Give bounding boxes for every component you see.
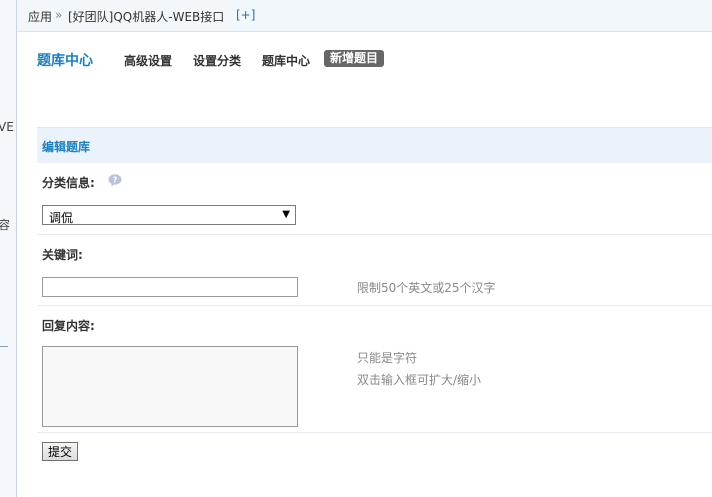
row-divider [37,234,712,235]
left-frame-strip: VE 容 [0,0,17,497]
left-frame-text-fragment: 容 [0,216,10,233]
help-bubble-icon[interactable]: ? [108,174,122,187]
category-selected-value: 调侃 [49,211,74,225]
left-frame-divider [0,346,8,347]
breadcrumb-app-link[interactable]: 应用 [28,8,52,25]
nav-advanced-settings[interactable]: 高级设置 [124,52,172,69]
section-header: 编辑题库 [37,127,712,163]
breadcrumb-plugin-link[interactable]: [好团队]QQ机器人-WEB接口 [68,8,224,25]
reply-hint-resize: 双击输入框可扩大/缩小 [357,373,482,387]
keyword-input[interactable] [42,277,298,297]
nav-category-settings[interactable]: 设置分类 [193,52,241,69]
nav-new-question-tab[interactable]: 新增题目 [324,50,385,67]
row-divider [37,432,712,433]
category-label: 分类信息: [42,176,95,190]
submit-button[interactable]: 提交 [42,442,78,461]
page-title: 题库中心 [37,53,93,69]
keyword-hint: 限制50个英文或25个汉字 [357,281,496,295]
left-frame-text-fragment: VE [0,120,14,134]
chevron-down-icon: ▼ [282,209,290,220]
keyword-label: 关键词: [42,248,83,262]
breadcrumb-separator: » [55,8,63,22]
nav-question-center[interactable]: 题库中心 [262,52,310,69]
category-select[interactable]: 调侃 ▼ [42,205,296,225]
breadcrumb: 应用 » [好团队]QQ机器人-WEB接口 [+] [17,0,712,32]
breadcrumb-add-link[interactable]: [+] [236,8,255,22]
reply-hint-chars: 只能是字符 [357,351,418,365]
section-title: 编辑题库 [42,140,91,154]
reply-content-label: 回复内容: [42,319,95,333]
svg-text:?: ? [113,176,118,185]
row-divider [37,305,712,306]
reply-content-textarea[interactable] [42,346,298,427]
